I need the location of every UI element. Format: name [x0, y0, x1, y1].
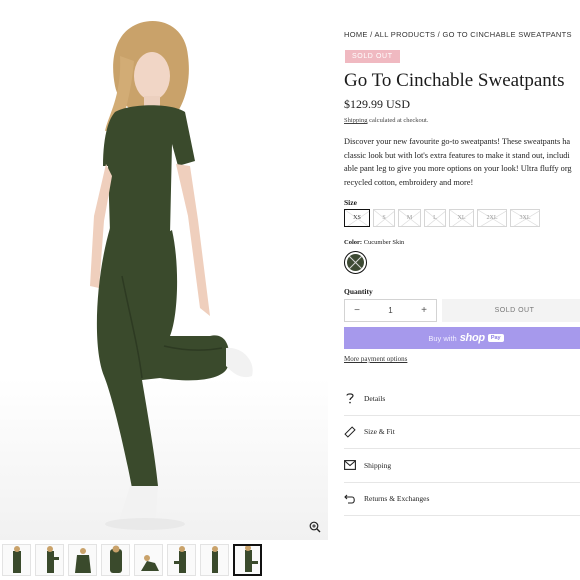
quantity-stepper: − 1 + — [344, 299, 437, 322]
thumbnail[interactable] — [68, 544, 97, 576]
size-option-m[interactable]: M — [398, 209, 421, 227]
accordion-details[interactable]: Details — [344, 382, 580, 416]
accordion-label: Returns & Exchanges — [364, 494, 430, 504]
product-title: Go To Cinchable Sweatpants — [344, 70, 565, 91]
shop-pay-button[interactable]: Buy with shop Pay — [344, 327, 580, 349]
accordion-returns[interactable]: Returns & Exchanges — [344, 483, 580, 516]
pay-badge: Pay — [487, 334, 504, 342]
question-icon — [344, 392, 356, 404]
product-accordion: Details Size & Fit Shipping Returns & Ex… — [344, 382, 580, 516]
breadcrumb: HOME / ALL PRODUCTS / GO TO CINCHABLE SW… — [344, 30, 572, 39]
color-label-key: Color: — [344, 239, 363, 246]
size-option-label: M — [406, 215, 413, 221]
size-option-label: XL — [457, 215, 466, 221]
thumbnail-active[interactable] — [233, 544, 262, 576]
color-swatch-cucumber-skin[interactable] — [344, 251, 367, 274]
description-line: able pant leg to give you more options o… — [344, 164, 572, 173]
thumbnail[interactable] — [35, 544, 64, 576]
accordion-label: Details — [364, 393, 386, 403]
return-arrow-icon — [344, 493, 356, 505]
quantity-label: Quantity — [344, 287, 373, 296]
size-option-xl[interactable]: XL — [449, 209, 474, 227]
sold-out-button[interactable]: SOLD OUT — [442, 299, 580, 322]
thumbnail[interactable] — [101, 544, 130, 576]
quantity-increase-button[interactable]: + — [412, 305, 436, 316]
size-option-label: 3XL — [519, 215, 531, 221]
thumbnail-strip — [0, 544, 328, 578]
size-option-label: L — [433, 215, 437, 221]
thumbnail[interactable] — [2, 544, 31, 576]
shipping-note: Shipping calculated at checkout. — [344, 117, 428, 124]
description-line: classic look but with lot's extra featur… — [344, 150, 570, 160]
color-label: Color: Cucumber Skin — [344, 239, 404, 246]
thumbnail[interactable] — [200, 544, 229, 576]
zoom-button[interactable] — [304, 516, 326, 538]
zoom-in-icon — [309, 521, 321, 533]
accordion-size-fit[interactable]: Size & Fit — [344, 416, 580, 449]
product-gallery — [0, 0, 328, 540]
accordion-label: Shipping — [364, 460, 392, 470]
quantity-input[interactable]: 1 — [388, 306, 392, 315]
size-label: Size — [344, 198, 357, 207]
more-payment-options-link[interactable]: More payment options — [344, 355, 407, 363]
size-options: XS S M L XL 2XL 3XL — [344, 209, 540, 227]
accordion-label: Size & Fit — [364, 427, 395, 437]
thumbnail[interactable] — [167, 544, 196, 576]
size-option-2xl[interactable]: 2XL — [477, 209, 507, 227]
buy-with-label: Buy with — [428, 333, 457, 343]
sold-out-badge: SOLD OUT — [345, 50, 400, 63]
size-option-xs[interactable]: XS — [344, 209, 370, 227]
product-price: $129.99 USD — [344, 97, 411, 111]
size-option-label: 2XL — [486, 215, 498, 221]
accordion-shipping[interactable]: Shipping — [344, 449, 580, 483]
shop-logo: shop — [459, 332, 485, 344]
size-option-label: S — [382, 215, 386, 221]
product-info: HOME / ALL PRODUCTS / GO TO CINCHABLE SW… — [344, 0, 580, 580]
color-value: Cucumber Skin — [363, 239, 405, 246]
size-option-label: XS — [353, 215, 361, 221]
product-description: Discover your new favourite go-to sweatp… — [344, 135, 580, 189]
ruler-icon — [344, 426, 356, 438]
swatch-fill — [347, 254, 364, 271]
shipping-text: calculated at checkout. — [367, 117, 429, 124]
size-option-3xl[interactable]: 3XL — [510, 209, 540, 227]
breadcrumb-current: GO TO CINCHABLE SWEATPANTS — [442, 30, 572, 39]
size-option-l[interactable]: L — [424, 209, 446, 227]
shipping-link[interactable]: Shipping — [344, 117, 367, 124]
thumbnail[interactable] — [134, 544, 163, 576]
description-line: Discover your new favourite go-to sweatp… — [344, 137, 571, 146]
size-option-s[interactable]: S — [373, 209, 395, 227]
product-main-image[interactable] — [60, 16, 280, 536]
envelope-icon — [344, 459, 356, 471]
description-line: recycled cotton, embroidery and more! — [344, 177, 474, 187]
quantity-decrease-button[interactable]: − — [345, 305, 369, 316]
breadcrumb-home[interactable]: HOME — [344, 30, 368, 39]
breadcrumb-all-products[interactable]: ALL PRODUCTS — [374, 30, 435, 39]
